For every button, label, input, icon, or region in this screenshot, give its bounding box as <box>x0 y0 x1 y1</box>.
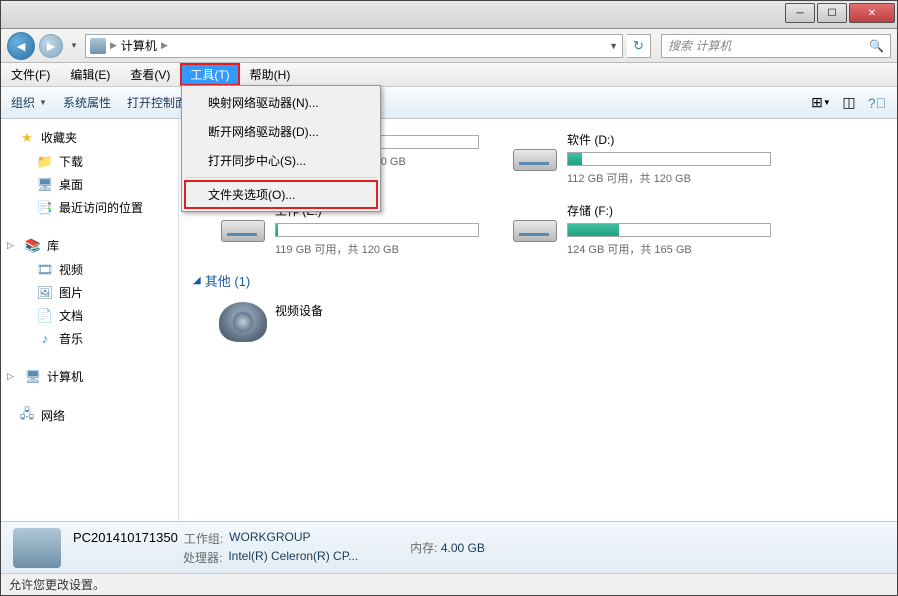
library-icon: 📚 <box>25 238 41 254</box>
chevron-right-icon: ▶ <box>161 40 168 51</box>
sidebar-network[interactable]: 🖧 网络 <box>1 405 178 428</box>
documents-icon: 📄 <box>37 308 53 324</box>
drive-icon <box>511 131 559 171</box>
sidebar-pictures[interactable]: 🖼 图片 <box>1 281 178 304</box>
chevron-right-icon: ▶ <box>110 40 117 51</box>
section-other[interactable]: ◢ 其他 (1) <box>193 271 893 290</box>
toolbar-organize[interactable]: 组织 ▼ <box>11 94 47 111</box>
video-icon: 🎞 <box>37 262 53 278</box>
dropdown-separator <box>185 177 377 178</box>
drive-usage-bar <box>567 152 771 166</box>
toolbar-system-properties[interactable]: 系统属性 <box>63 94 111 111</box>
sidebar-computer[interactable]: ▷ 🖥 计算机 <box>1 366 178 389</box>
toolbar-right: ⊞▼ ◫ ?⃝ <box>811 93 887 113</box>
pictures-icon: 🖼 <box>37 285 53 301</box>
drive-usage-bar <box>275 223 479 237</box>
back-button[interactable]: ◄ <box>7 32 35 60</box>
preview-pane-icon[interactable]: ◫ <box>839 93 859 113</box>
refresh-button[interactable]: ↻ <box>627 34 651 58</box>
dropdown-disconnect-network[interactable]: 断开网络驱动器(D)... <box>184 117 378 146</box>
minimize-button[interactable]: ─ <box>785 3 815 23</box>
sidebar: ★ 收藏夹 📁 下载 🖥 桌面 📑 最近访问的位置 ▷ <box>1 119 179 521</box>
breadcrumb[interactable]: ▶ 计算机 ▶ ▼ <box>85 34 623 58</box>
network-icon: 🖧 <box>19 408 35 424</box>
drive-icon <box>511 202 559 242</box>
view-options-icon[interactable]: ⊞▼ <box>811 93 831 113</box>
drive-item[interactable]: 软件 (D:) 112 GB 可用，共 120 GB <box>507 127 775 190</box>
search-placeholder: 搜索 计算机 <box>668 37 731 54</box>
menu-edit[interactable]: 编辑(E) <box>60 63 120 86</box>
recent-icon: 📑 <box>37 200 53 216</box>
menu-tools[interactable]: 工具(T) <box>180 63 239 86</box>
webcam-icon <box>219 302 267 342</box>
music-icon: ♪ <box>37 331 53 347</box>
sidebar-desktop[interactable]: 🖥 桌面 <box>1 173 178 196</box>
sidebar-downloads[interactable]: 📁 下载 <box>1 150 178 173</box>
drive-item[interactable]: 存储 (F:) 124 GB 可用，共 165 GB <box>507 198 775 261</box>
dropdown-open-sync[interactable]: 打开同步中心(S)... <box>184 146 378 175</box>
close-button[interactable]: ✕ <box>849 3 895 23</box>
sidebar-music[interactable]: ♪ 音乐 <box>1 327 178 350</box>
sidebar-library[interactable]: ▷ 📚 库 <box>1 235 178 258</box>
computer-large-icon <box>13 528 61 568</box>
menubar: 文件(F) 编辑(E) 查看(V) 工具(T) 帮助(H) 映射网络驱动器(N)… <box>1 63 897 87</box>
search-icon: 🔍 <box>869 39 884 53</box>
body: ★ 收藏夹 📁 下载 🖥 桌面 📑 最近访问的位置 ▷ <box>1 119 897 521</box>
star-icon: ★ <box>19 130 35 146</box>
forward-button[interactable]: ► <box>39 34 63 58</box>
desktop-icon: 🖥 <box>37 177 53 193</box>
sidebar-favorites[interactable]: ★ 收藏夹 <box>1 127 178 150</box>
chevron-down-icon: ▼ <box>39 98 47 107</box>
history-dropdown[interactable]: ▼ <box>67 32 81 60</box>
nav-bar: ◄ ► ▼ ▶ 计算机 ▶ ▼ ↻ 搜索 计算机 🔍 <box>1 29 897 63</box>
dropdown-map-network[interactable]: 映射网络驱动器(N)... <box>184 88 378 117</box>
tools-dropdown: 映射网络驱动器(N)... 断开网络驱动器(D)... 打开同步中心(S)...… <box>181 85 381 212</box>
explorer-window: ─ ☐ ✕ ◄ ► ▼ ▶ 计算机 ▶ ▼ ↻ 搜索 计算机 🔍 文件(F) 编… <box>0 0 898 596</box>
maximize-button[interactable]: ☐ <box>817 3 847 23</box>
chevron-down-icon[interactable]: ▼ <box>609 41 618 51</box>
computer-icon <box>90 38 106 54</box>
drive-usage-bar <box>567 223 771 237</box>
sidebar-video[interactable]: 🎞 视频 <box>1 258 178 281</box>
details-pane: PC201410171350 工作组: WORKGROUP 处理器: Intel… <box>1 521 897 573</box>
search-input[interactable]: 搜索 计算机 🔍 <box>661 34 891 58</box>
computer-icon: 🖥 <box>25 369 41 385</box>
window-controls: ─ ☐ ✕ <box>785 1 897 28</box>
sidebar-recent[interactable]: 📑 最近访问的位置 <box>1 196 178 219</box>
downloads-icon: 📁 <box>37 154 53 170</box>
toolbar: 组织 ▼ 系统属性 打开控制面板 ⊞▼ ◫ ?⃝ <box>1 87 897 119</box>
help-icon[interactable]: ?⃝ <box>867 93 887 113</box>
menu-help[interactable]: 帮助(H) <box>240 63 301 86</box>
triangle-down-icon: ◢ <box>193 275 201 286</box>
menu-view[interactable]: 查看(V) <box>120 63 180 86</box>
breadcrumb-item[interactable]: 计算机 <box>121 37 157 54</box>
titlebar: ─ ☐ ✕ <box>1 1 897 29</box>
dropdown-folder-options[interactable]: 文件夹选项(O)... <box>184 180 378 209</box>
device-item[interactable]: 视频设备 <box>215 298 483 346</box>
sidebar-documents[interactable]: 📄 文档 <box>1 304 178 327</box>
statusbar: 允许您更改设置。 <box>1 573 897 595</box>
menu-file[interactable]: 文件(F) <box>1 63 60 86</box>
